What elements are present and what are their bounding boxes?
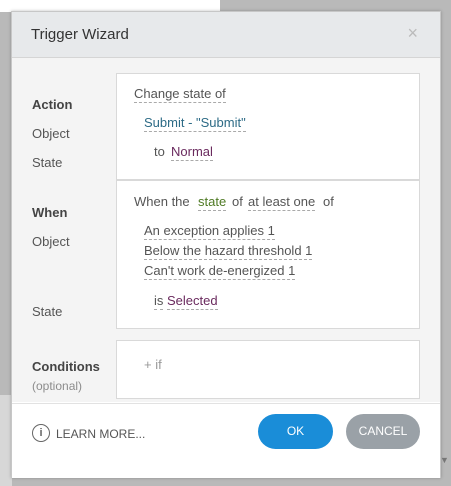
- action-verb-selector[interactable]: Change state of: [134, 86, 226, 103]
- when-object-link[interactable]: Below the hazard threshold 1: [144, 243, 313, 260]
- dialog-body: Action Object State Change state of Subm…: [12, 58, 440, 402]
- when-section: When Object State When the state of at l…: [12, 180, 440, 340]
- conditions-label: Conditions: [32, 359, 100, 374]
- when-condition-of: of: [232, 194, 243, 209]
- close-icon[interactable]: ×: [407, 24, 418, 42]
- when-object-link[interactable]: An exception applies 1: [144, 223, 275, 240]
- action-object-label: Object: [32, 126, 70, 141]
- trigger-wizard-dialog: Trigger Wizard × Action Object State Cha…: [11, 11, 441, 478]
- when-state-label: State: [32, 304, 63, 319]
- action-box: Change state of Submit - "Submit" to Nor…: [116, 73, 420, 180]
- ok-button[interactable]: OK: [258, 414, 333, 449]
- when-quantifier-selector[interactable]: at least one: [248, 194, 316, 211]
- when-state-selector[interactable]: Selected: [167, 293, 218, 310]
- scroll-down-icon[interactable]: ▼: [440, 455, 449, 465]
- when-object-link[interactable]: Can't work de-energized 1: [144, 263, 296, 280]
- learn-more-link[interactable]: LEARN MORE...: [56, 427, 145, 441]
- dialog-footer: i LEARN MORE... OK CANCEL: [12, 403, 440, 478]
- dialog-title: Trigger Wizard: [31, 26, 129, 43]
- when-label: When: [32, 205, 68, 220]
- conditions-optional-label: (optional): [32, 379, 83, 393]
- when-condition-suffix: of: [323, 194, 334, 209]
- action-state-label: State: [32, 155, 63, 170]
- when-box: When the state of at least one of An exc…: [116, 180, 420, 329]
- when-object-label: Object: [32, 234, 70, 249]
- action-state-prefix: to: [154, 144, 165, 159]
- when-condition-prefix: When the: [134, 194, 190, 209]
- when-property-selector[interactable]: state: [198, 194, 227, 211]
- conditions-box: + if: [116, 340, 420, 399]
- conditions-section: Conditions (optional) + if: [12, 330, 440, 402]
- info-icon[interactable]: i: [32, 424, 50, 442]
- dialog-header: Trigger Wizard ×: [12, 12, 440, 58]
- action-section: Action Object State Change state of Subm…: [12, 58, 440, 190]
- action-label: Action: [32, 97, 73, 112]
- action-object-link[interactable]: Submit - "Submit": [144, 115, 246, 132]
- add-condition-button[interactable]: + if: [144, 357, 162, 372]
- action-state-selector[interactable]: Normal: [171, 144, 213, 161]
- cancel-button[interactable]: CANCEL: [346, 414, 420, 449]
- when-state-prefix[interactable]: is: [154, 293, 164, 310]
